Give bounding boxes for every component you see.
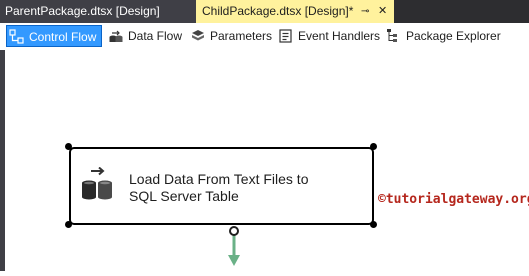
task-title-line-1: Load Data From Text Files to [129, 171, 309, 187]
resize-handle-bottom-left[interactable] [65, 221, 72, 228]
tab-label: ParentPackage.dtsx [Design] [5, 4, 160, 18]
tab-label: Package Explorer [406, 29, 501, 43]
event-handlers-icon [278, 28, 294, 44]
tab-data-flow[interactable]: Data Flow [106, 25, 184, 47]
tab-event-handlers[interactable]: Event Handlers [276, 25, 381, 47]
tab-parameters[interactable]: Parameters [188, 25, 272, 47]
tab-label: Data Flow [128, 29, 183, 43]
close-icon[interactable]: ✕ [378, 0, 387, 23]
data-flow-task[interactable]: Load Data From Text Files to SQL Server … [69, 147, 374, 225]
data-flow-task-icon [79, 166, 115, 208]
precedence-constraint-arrow[interactable] [224, 225, 244, 276]
designer-tab-bar: Control Flow Data Flow Parameters Event … [0, 23, 529, 50]
tab-label: Parameters [210, 29, 273, 43]
control-flow-icon [9, 29, 25, 45]
resize-handle-top-left[interactable] [65, 143, 72, 150]
pin-icon[interactable]: ⊸ [361, 0, 369, 23]
data-flow-icon [108, 28, 124, 44]
resize-handle-bottom-right[interactable] [370, 221, 377, 228]
tab-label: Control Flow [29, 30, 97, 44]
resize-handle-top-right[interactable] [370, 143, 377, 150]
parameters-icon [190, 28, 206, 44]
watermark: ©tutorialgateway.org [378, 192, 529, 207]
document-tab-strip: ParentPackage.dtsx [Design] ChildPackage… [0, 0, 529, 23]
task-title-line-2: SQL Server Table [129, 188, 239, 204]
package-explorer-icon [386, 28, 402, 44]
tab-label: ChildPackage.dtsx [Design]* [202, 4, 354, 18]
tab-parent-package[interactable]: ParentPackage.dtsx [Design] [0, 0, 196, 23]
tab-child-package[interactable]: ChildPackage.dtsx [Design]* ⊸ ✕ [196, 0, 394, 23]
task-title: Load Data From Text Files to SQL Server … [129, 171, 359, 205]
tab-control-flow[interactable]: Control Flow [6, 25, 102, 47]
tab-package-explorer[interactable]: Package Explorer [384, 25, 501, 47]
tab-label: Event Handlers [298, 29, 381, 43]
canvas-left-border [0, 50, 5, 271]
